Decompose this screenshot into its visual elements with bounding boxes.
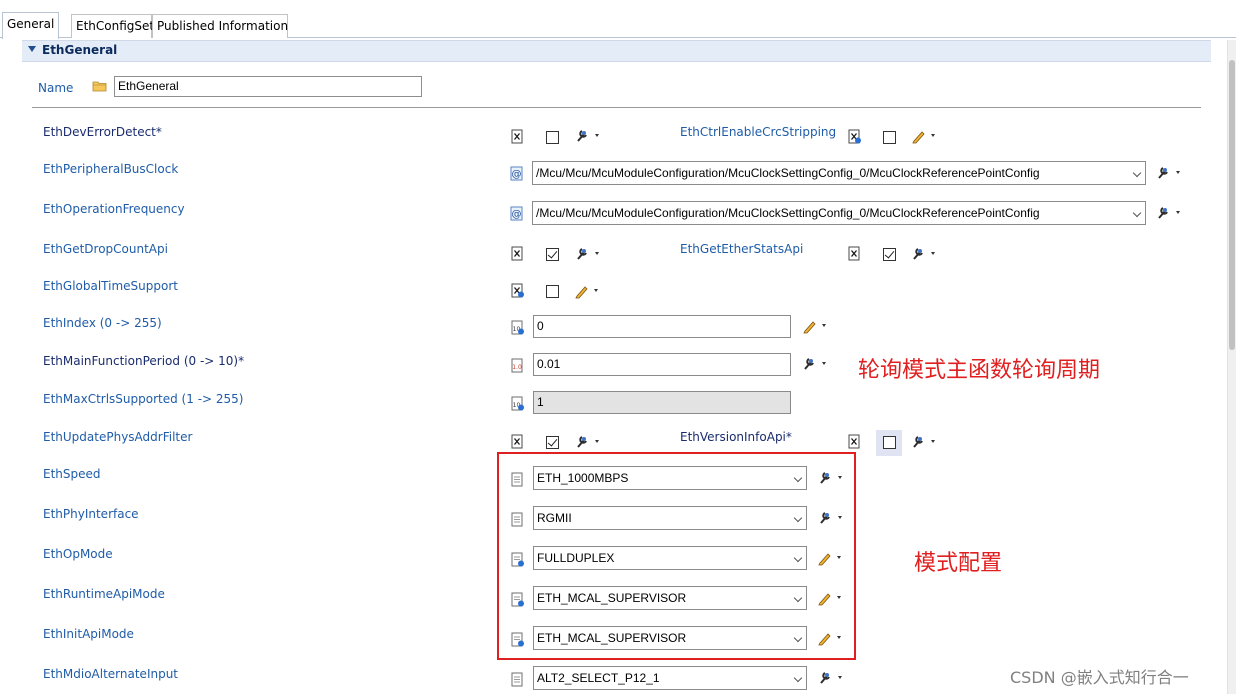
checkbox-eth-get-drop-count-api[interactable] bbox=[546, 248, 559, 261]
boolean-type-icon bbox=[848, 246, 861, 261]
label-eth-phy-interface: EthPhyInterface bbox=[43, 507, 139, 521]
pencil-menu-icon[interactable] bbox=[802, 318, 830, 334]
checkbox-eth-get-ether-stats-api[interactable] bbox=[883, 248, 896, 261]
tab-bar: General EthConfigSet Published Informati… bbox=[0, 12, 1236, 39]
tab-general[interactable]: General bbox=[2, 12, 59, 39]
collapse-triangle-icon[interactable] bbox=[28, 46, 36, 52]
checkbox-eth-global-time-support[interactable] bbox=[546, 285, 559, 298]
label-eth-peripheral-bus-clock: EthPeripheralBusClock bbox=[43, 162, 179, 176]
wrench-menu-icon[interactable] bbox=[1156, 165, 1184, 181]
input-eth-max-ctrls-supported: 1 bbox=[533, 391, 791, 414]
input-eth-main-function-period[interactable]: 0.01 bbox=[533, 353, 791, 376]
folder-icon[interactable] bbox=[92, 80, 107, 92]
checkbox-eth-dev-error-detect[interactable] bbox=[546, 131, 559, 144]
label-eth-main-function-period: EthMainFunctionPeriod (0 -> 10)* bbox=[43, 354, 245, 368]
label-eth-get-ether-stats-api: EthGetEtherStatsApi bbox=[680, 242, 804, 256]
wrench-menu-icon[interactable] bbox=[575, 434, 603, 450]
select-value: /Mcu/Mcu/McuModuleConfiguration/McuClock… bbox=[536, 206, 1040, 220]
label-eth-runtime-api-mode: EthRuntimeApiMode bbox=[43, 587, 165, 601]
reference-type-icon bbox=[510, 206, 523, 221]
chevron-down-icon[interactable] bbox=[1132, 168, 1142, 178]
boolean-type-icon bbox=[511, 283, 524, 298]
section-header[interactable]: EthGeneral bbox=[22, 40, 1211, 62]
select-value: ALT2_SELECT_P12_1 bbox=[537, 671, 660, 685]
wrench-menu-icon[interactable] bbox=[818, 670, 846, 686]
label-eth-init-api-mode: EthInitApiMode bbox=[43, 627, 134, 641]
label-eth-update-phys-addr-filter: EthUpdatePhysAddrFilter bbox=[43, 430, 193, 444]
scrollbar-thumb[interactable] bbox=[1229, 60, 1235, 350]
name-field[interactable]: EthGeneral bbox=[114, 76, 422, 97]
label-eth-max-ctrls-supported: EthMaxCtrlsSupported (1 -> 255) bbox=[43, 392, 244, 406]
label-eth-op-mode: EthOpMode bbox=[43, 547, 113, 561]
annotation-mode-config-note: 模式配置 bbox=[914, 551, 1003, 576]
boolean-type-icon bbox=[848, 434, 861, 449]
label-eth-version-info-api: EthVersionInfoApi* bbox=[680, 430, 792, 444]
name-label: Name bbox=[38, 81, 74, 95]
chevron-down-icon[interactable] bbox=[793, 673, 803, 683]
divider bbox=[32, 107, 1201, 108]
checkbox-eth-update-phys-addr-filter[interactable] bbox=[546, 436, 559, 449]
integer-type-icon bbox=[511, 320, 524, 335]
watermark: CSDN @嵌入式知行合一 bbox=[1010, 668, 1189, 687]
label-eth-speed: EthSpeed bbox=[43, 467, 101, 481]
checkbox-eth-ctrl-enable-crc-stripping[interactable] bbox=[883, 131, 896, 144]
annotation-highlight-box bbox=[497, 452, 856, 660]
input-eth-index[interactable]: 0 bbox=[533, 315, 791, 338]
tab-published-information[interactable]: Published Information bbox=[152, 14, 288, 38]
wrench-menu-icon[interactable] bbox=[1156, 205, 1184, 221]
boolean-type-icon bbox=[848, 129, 861, 144]
annotation-main-function-note: 轮询模式主函数轮询周期 bbox=[858, 358, 1101, 383]
label-eth-global-time-support: EthGlobalTimeSupport bbox=[43, 279, 178, 293]
select-eth-mdio-alternate-input[interactable]: ALT2_SELECT_P12_1 bbox=[533, 666, 807, 690]
wrench-menu-icon[interactable] bbox=[911, 246, 939, 262]
label-eth-index: EthIndex (0 -> 255) bbox=[43, 316, 162, 330]
label-eth-dev-error-detect: EthDevErrorDetect* bbox=[43, 125, 162, 139]
tab-ethconfigset[interactable]: EthConfigSet bbox=[71, 14, 154, 38]
ethgeneral-config-editor: General EthConfigSet Published Informati… bbox=[0, 0, 1236, 694]
boolean-type-icon bbox=[511, 129, 524, 144]
wrench-menu-icon[interactable] bbox=[911, 434, 939, 450]
pencil-menu-icon[interactable] bbox=[574, 283, 602, 299]
section-title: EthGeneral bbox=[42, 43, 118, 57]
select-eth-peripheral-bus-clock[interactable]: /Mcu/Mcu/McuModuleConfiguration/McuClock… bbox=[532, 161, 1146, 185]
float-type-icon bbox=[511, 358, 524, 373]
wrench-menu-icon[interactable] bbox=[802, 356, 830, 372]
select-value: /Mcu/Mcu/McuModuleConfiguration/McuClock… bbox=[536, 166, 1040, 180]
label-eth-get-drop-count-api: EthGetDropCountApi bbox=[43, 242, 168, 256]
wrench-menu-icon[interactable] bbox=[575, 246, 603, 262]
label-eth-mdio-alternate-input: EthMdioAlternateInput bbox=[43, 667, 179, 681]
enum-type-icon bbox=[511, 672, 524, 687]
reference-type-icon bbox=[510, 166, 523, 181]
chevron-down-icon[interactable] bbox=[1132, 208, 1142, 218]
checkbox-eth-version-info-api[interactable] bbox=[883, 436, 896, 449]
pencil-menu-icon[interactable] bbox=[911, 128, 939, 144]
label-eth-operation-frequency: EthOperationFrequency bbox=[43, 202, 185, 216]
boolean-type-icon bbox=[511, 434, 524, 449]
label-eth-ctrl-enable-crc-stripping: EthCtrlEnableCrcStripping bbox=[680, 125, 837, 139]
boolean-type-icon bbox=[511, 246, 524, 261]
select-eth-operation-frequency[interactable]: /Mcu/Mcu/McuModuleConfiguration/McuClock… bbox=[532, 201, 1146, 225]
integer-type-icon bbox=[511, 396, 524, 411]
wrench-menu-icon[interactable] bbox=[575, 128, 603, 144]
